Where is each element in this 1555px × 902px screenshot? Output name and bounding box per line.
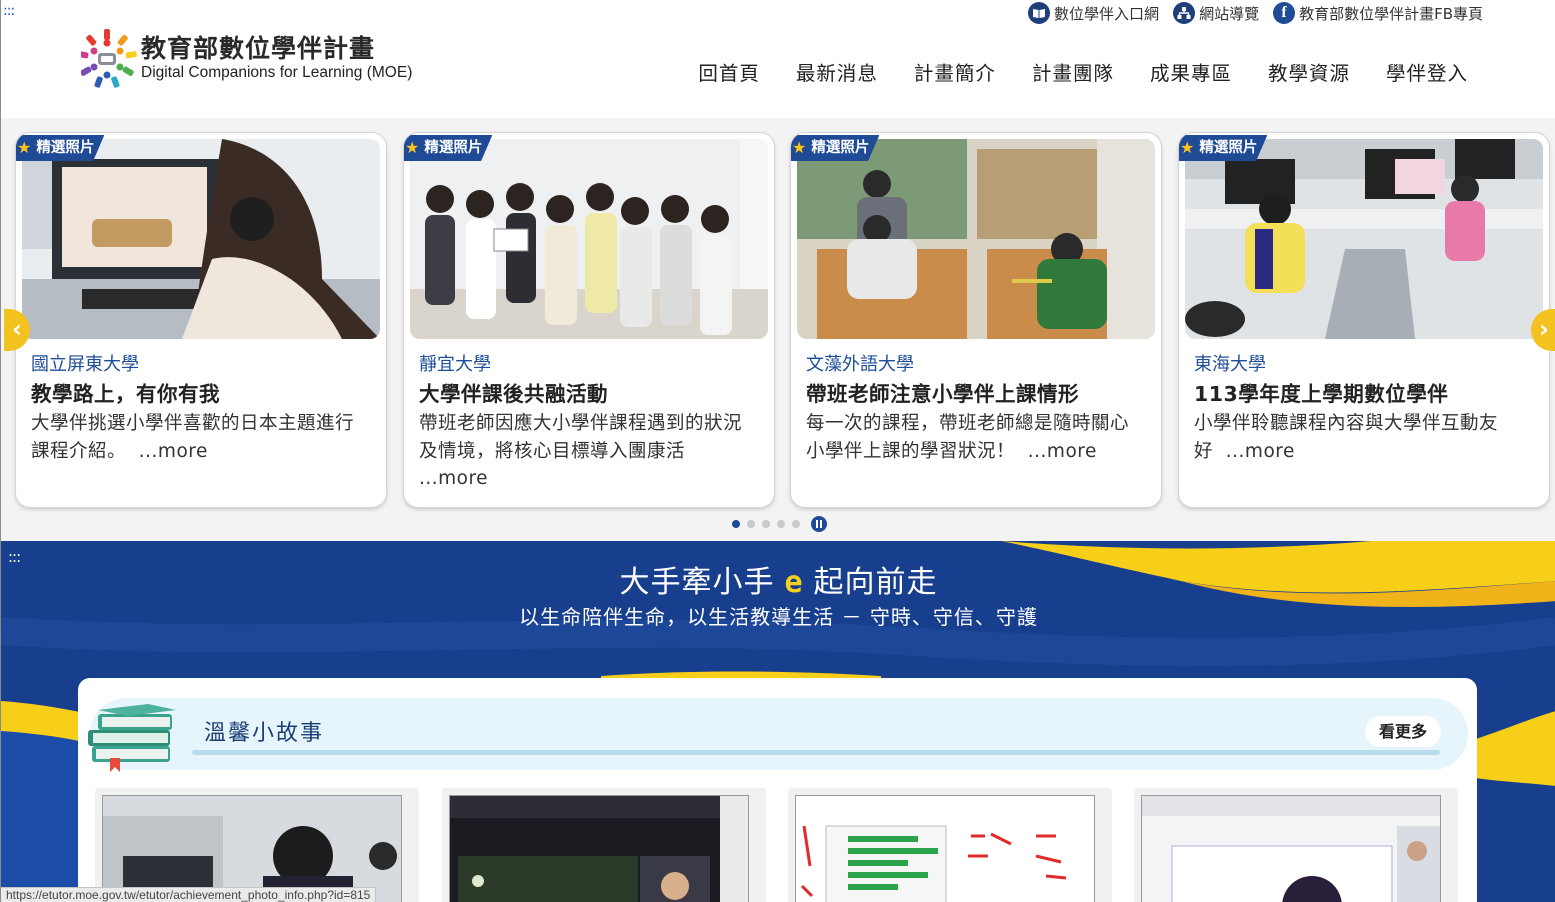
- star-icon: ★: [792, 138, 807, 157]
- nav-home[interactable]: 回首頁: [680, 60, 778, 90]
- card-university: 文藻外語大學: [806, 354, 914, 375]
- facebook-icon: f: [1273, 2, 1296, 24]
- site-logo[interactable]: 教育部數位學伴計畫 Digital Companions for Learnin…: [81, 27, 421, 91]
- card-title: 大學伴課後共融活動: [419, 382, 608, 406]
- logo-title-zh: 教育部數位學伴計畫: [141, 34, 376, 63]
- card-more-link[interactable]: ...more: [1028, 441, 1097, 462]
- card-description: 大學伴挑選小學伴喜歡的日本主題進行課程介紹。 ...more: [31, 413, 355, 462]
- featured-badge: ★ 精選照片: [16, 135, 105, 161]
- star-icon: ★: [405, 138, 420, 157]
- portal-link[interactable]: 數位學伴入口網: [1028, 2, 1159, 24]
- featured-badge: ★ 精選照片: [791, 135, 880, 161]
- card-photo: [410, 139, 768, 339]
- stories-title: 溫馨小故事: [204, 721, 325, 746]
- featured-badge: ★ 精選照片: [1179, 135, 1268, 161]
- card-description: 帶班老師因應大小學伴課程遇到的狀況及情境，將核心目標導入團康活 ...more: [419, 413, 743, 489]
- featured-card[interactable]: ★ 精選照片 靜宜大學 大學伴課後共融活動 帶班老師因應大小學伴課程遇到的狀況及情…: [404, 133, 774, 507]
- carousel-dot[interactable]: [777, 520, 785, 528]
- story-thumbnail[interactable]: [788, 788, 1112, 902]
- pause-icon[interactable]: [811, 516, 827, 532]
- card-more-link[interactable]: ...more: [1226, 441, 1295, 462]
- carousel-dot[interactable]: [792, 520, 800, 528]
- nav-login[interactable]: 學伴登入: [1368, 60, 1486, 90]
- card-university: 東海大學: [1194, 354, 1266, 375]
- card-title: 113學年度上學期數位學伴: [1194, 382, 1449, 406]
- nav-achievements[interactable]: 成果專區: [1132, 60, 1250, 90]
- nav-about[interactable]: 計畫簡介: [896, 60, 1014, 90]
- logo-mark-icon: [81, 29, 137, 88]
- story-thumbnail[interactable]: [442, 788, 766, 902]
- stories-panel: 溫馨小故事 看更多: [78, 678, 1477, 902]
- facebook-link-label: 教育部數位學伴計畫FB專頁: [1299, 4, 1483, 23]
- card-photo: [22, 139, 380, 339]
- carousel-pagination: [732, 516, 827, 532]
- card-university: 靜宜大學: [419, 354, 491, 375]
- logo-title-en: Digital Companions for Learning (MOE): [141, 64, 413, 81]
- featured-card[interactable]: ★ 精選照片 國立屏東大學 教學路上，有你有我 大學伴挑選小學伴喜歡的日本主題進行…: [16, 133, 386, 507]
- facebook-link[interactable]: f 教育部數位學伴計畫FB專頁: [1273, 2, 1483, 24]
- main-nav: 回首頁 最新消息 計畫簡介 計畫團隊 成果專區 教學資源 學伴登入: [680, 60, 1486, 90]
- star-icon: ★: [1180, 138, 1195, 157]
- card-more-link[interactable]: ...more: [419, 468, 488, 489]
- utility-links: 數位學伴入口網 網站導覽 f 教育部數位學伴計畫FB專頁: [1028, 2, 1483, 24]
- status-bar-url: https://etutor.moe.gov.tw/etutor/achieve…: [1, 887, 377, 902]
- banner-slogan: 大手牽小手 e 起向前走: [619, 565, 938, 600]
- nav-resources[interactable]: 教學資源: [1250, 60, 1368, 90]
- story-thumbnail[interactable]: [1134, 788, 1458, 902]
- card-university: 國立屏東大學: [31, 354, 139, 375]
- portal-link-label: 數位學伴入口網: [1054, 4, 1160, 23]
- chevron-left-icon: ‹: [12, 315, 22, 343]
- card-more-link[interactable]: ...more: [139, 441, 208, 462]
- featured-photo-carousel: ★ 精選照片 國立屏東大學 教學路上，有你有我 大學伴挑選小學伴喜歡的日本主題進行…: [1, 118, 1555, 541]
- sitemap-link-label: 網站導覽: [1199, 4, 1260, 23]
- nav-news[interactable]: 最新消息: [778, 60, 896, 90]
- book-icon: [1028, 2, 1051, 24]
- star-icon: ★: [17, 138, 32, 157]
- card-photo: [797, 139, 1155, 339]
- accesskey-top[interactable]: :::: [3, 3, 15, 19]
- carousel-dot[interactable]: [762, 520, 770, 528]
- card-description: 每一次的課程，帶班老師總是隨時關心小學伴上課的學習狀況！ ...more: [806, 413, 1130, 462]
- banner-motto: 以生命陪伴生命，以生活教導生活 － 守時、守信、守護: [519, 605, 1038, 629]
- sitemap-icon: [1173, 2, 1196, 24]
- card-photo: [1185, 139, 1543, 339]
- see-more-button[interactable]: 看更多: [1365, 716, 1441, 747]
- card-title: 教學路上，有你有我: [31, 382, 220, 406]
- featured-card[interactable]: ★ 精選照片 文藻外語大學 帶班老師注意小學伴上課情形 每一次的課程，帶班老師總是…: [791, 133, 1161, 507]
- featured-card[interactable]: ★ 精選照片 東海大學 113學年度上學期數位學伴 小學伴聆聽課程內容與大學伴互動…: [1179, 133, 1549, 507]
- sitemap-link[interactable]: 網站導覽: [1173, 2, 1259, 24]
- site-header: ::: 教育部數位學伴計畫 Digital Companions for Lea…: [1, 0, 1555, 118]
- carousel-dot[interactable]: [732, 520, 740, 528]
- card-description: 小學伴聆聽課程內容與大學伴互動友好 ...more: [1194, 413, 1499, 462]
- story-thumbnail[interactable]: [95, 788, 419, 902]
- card-title: 帶班老師注意小學伴上課情形: [806, 382, 1079, 406]
- carousel-dot[interactable]: [747, 520, 755, 528]
- books-icon: [88, 704, 176, 772]
- chevron-right-icon: ›: [1539, 315, 1549, 343]
- featured-badge: ★ 精選照片: [404, 135, 493, 161]
- nav-team[interactable]: 計畫團隊: [1014, 60, 1132, 90]
